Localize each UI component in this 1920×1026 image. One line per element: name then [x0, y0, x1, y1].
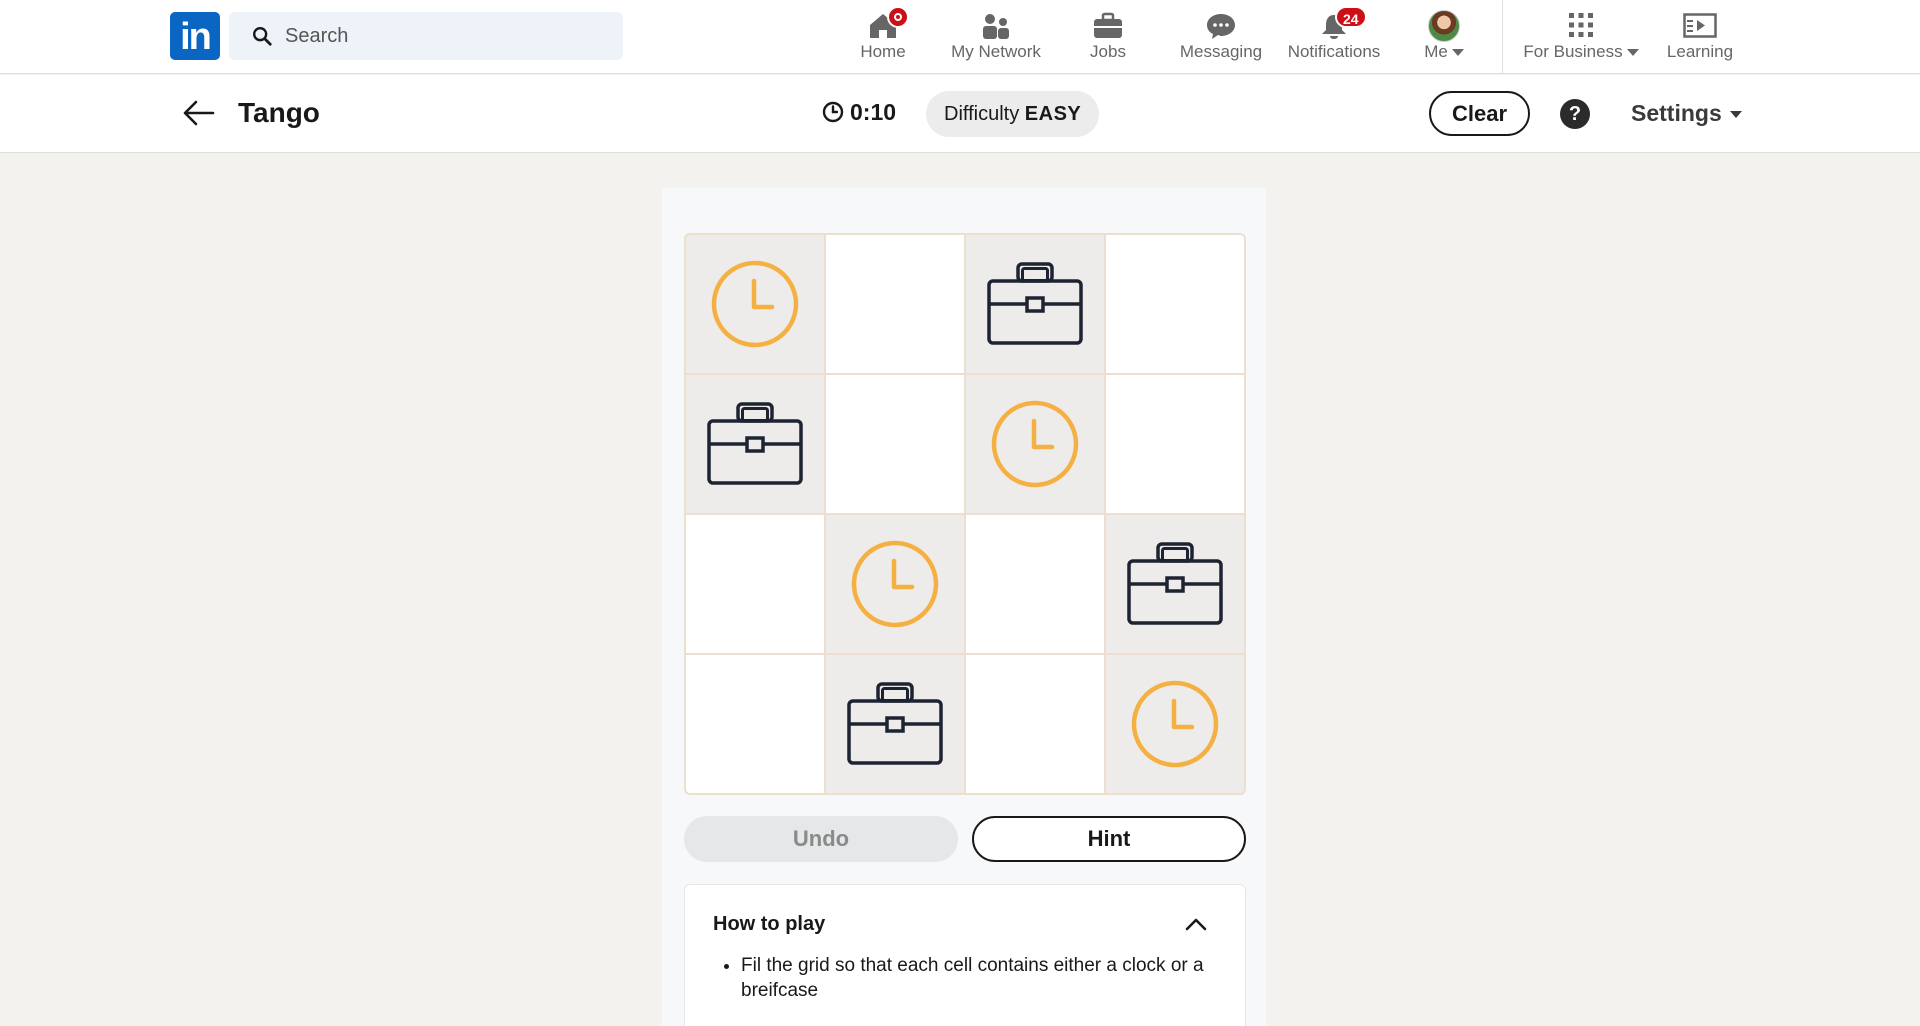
settings-label: Settings: [1631, 100, 1722, 126]
settings-dropdown[interactable]: Settings: [1631, 100, 1742, 127]
nav-jobs[interactable]: Jobs: [1082, 8, 1134, 66]
game-board: [684, 233, 1246, 795]
briefcase-icon: [847, 682, 943, 765]
hint-button[interactable]: Hint: [972, 816, 1246, 862]
briefcase-icon: [987, 262, 1083, 345]
nav-messaging[interactable]: Messaging: [1174, 8, 1268, 66]
nav-learning[interactable]: Learning: [1664, 8, 1736, 66]
clock-icon: [1131, 680, 1219, 768]
board-cell-3-0[interactable]: [686, 655, 824, 793]
board-cell-2-0[interactable]: [686, 515, 824, 653]
briefcase-icon: [1094, 12, 1122, 38]
nav-notifications[interactable]: 24 Notifications: [1283, 6, 1385, 66]
undo-button[interactable]: Undo: [684, 816, 958, 862]
board-cell-0-0: [686, 235, 824, 373]
board-cell-0-1[interactable]: [826, 235, 964, 373]
search-box[interactable]: [229, 12, 623, 60]
clock-icon: [711, 260, 799, 348]
clear-button[interactable]: Clear: [1429, 91, 1530, 136]
game-panel: Undo Hint How to play Fil the grid so th…: [662, 188, 1266, 1026]
back-button[interactable]: [180, 97, 216, 129]
action-buttons: Undo Hint: [684, 816, 1246, 862]
avatar: [1428, 10, 1460, 42]
chevron-down-icon: [1626, 49, 1639, 57]
clock-icon: [991, 400, 1079, 488]
nav-messaging-label: Messaging: [1179, 42, 1263, 61]
nav-home[interactable]: Home: [855, 6, 911, 66]
board-cell-0-3[interactable]: [1106, 235, 1244, 373]
briefcase-icon: [1127, 542, 1223, 625]
nav-me-label: Me: [1424, 42, 1448, 61]
board-cell-2-2[interactable]: [966, 515, 1104, 653]
difficulty-level: EASY: [1024, 103, 1082, 125]
briefcase-icon: [707, 402, 803, 485]
difficulty-prefix: Difficulty: [944, 103, 1020, 125]
timer-value: 0:10: [850, 99, 897, 125]
chevron-down-icon: [1729, 111, 1742, 119]
grid-icon: [1569, 13, 1593, 37]
game-header: Tango 0:10 Difficulty EASY Clear ? Setti…: [0, 75, 1920, 153]
board-cell-3-1: [826, 655, 964, 793]
clock-icon: [851, 540, 939, 628]
page-title: Tango: [238, 97, 320, 128]
rule-item: Fil the grid so that each cell contains …: [741, 953, 1221, 1003]
notifications-badge: 24: [1335, 6, 1367, 28]
board-cell-3-3: [1106, 655, 1244, 793]
rules-list: Fil the grid so that each cell contains …: [741, 953, 1221, 1011]
nav-my-network[interactable]: My Network: [944, 8, 1048, 66]
nav-for-business[interactable]: For Business: [1518, 8, 1644, 66]
linkedin-logo[interactable]: in: [170, 12, 220, 60]
how-to-play-title: How to play: [713, 913, 826, 935]
help-icon[interactable]: ?: [1560, 99, 1590, 129]
learning-icon: [1683, 13, 1717, 38]
nav-notifications-label: Notifications: [1287, 42, 1381, 61]
search-input[interactable]: [285, 12, 605, 60]
network-icon: [983, 14, 1009, 39]
nav-home-label: Home: [860, 42, 906, 61]
chevron-down-icon: [1451, 49, 1464, 57]
how-to-play: How to play Fil the grid so that each ce…: [684, 884, 1246, 1026]
board-cell-3-2[interactable]: [966, 655, 1104, 793]
nav-for-business-label: For Business: [1523, 42, 1623, 61]
nav-me[interactable]: Me: [1414, 8, 1474, 66]
timer: 0:10: [822, 99, 896, 126]
messaging-icon: [1207, 14, 1235, 39]
chevron-up-icon[interactable]: [1185, 917, 1207, 931]
board-cell-1-2: [966, 375, 1104, 513]
top-nav: in Home My Network Jobs Messaging 24: [0, 0, 1920, 74]
board-cell-1-1[interactable]: [826, 375, 964, 513]
board-cell-1-3[interactable]: [1106, 375, 1244, 513]
home-notification-dot: [887, 6, 909, 28]
search-icon: [253, 27, 272, 46]
nav-learning-label: Learning: [1666, 42, 1734, 61]
board-cell-2-3: [1106, 515, 1244, 653]
board-cell-1-0: [686, 375, 824, 513]
board-cell-0-2: [966, 235, 1104, 373]
nav-my-network-label: My Network: [951, 42, 1041, 61]
nav-jobs-label: Jobs: [1090, 42, 1126, 61]
nav-divider: [1502, 0, 1503, 74]
clock-icon: [822, 101, 844, 123]
board-cell-2-1: [826, 515, 964, 653]
difficulty-badge: Difficulty EASY: [926, 91, 1100, 137]
arrow-left-icon: [183, 100, 215, 126]
